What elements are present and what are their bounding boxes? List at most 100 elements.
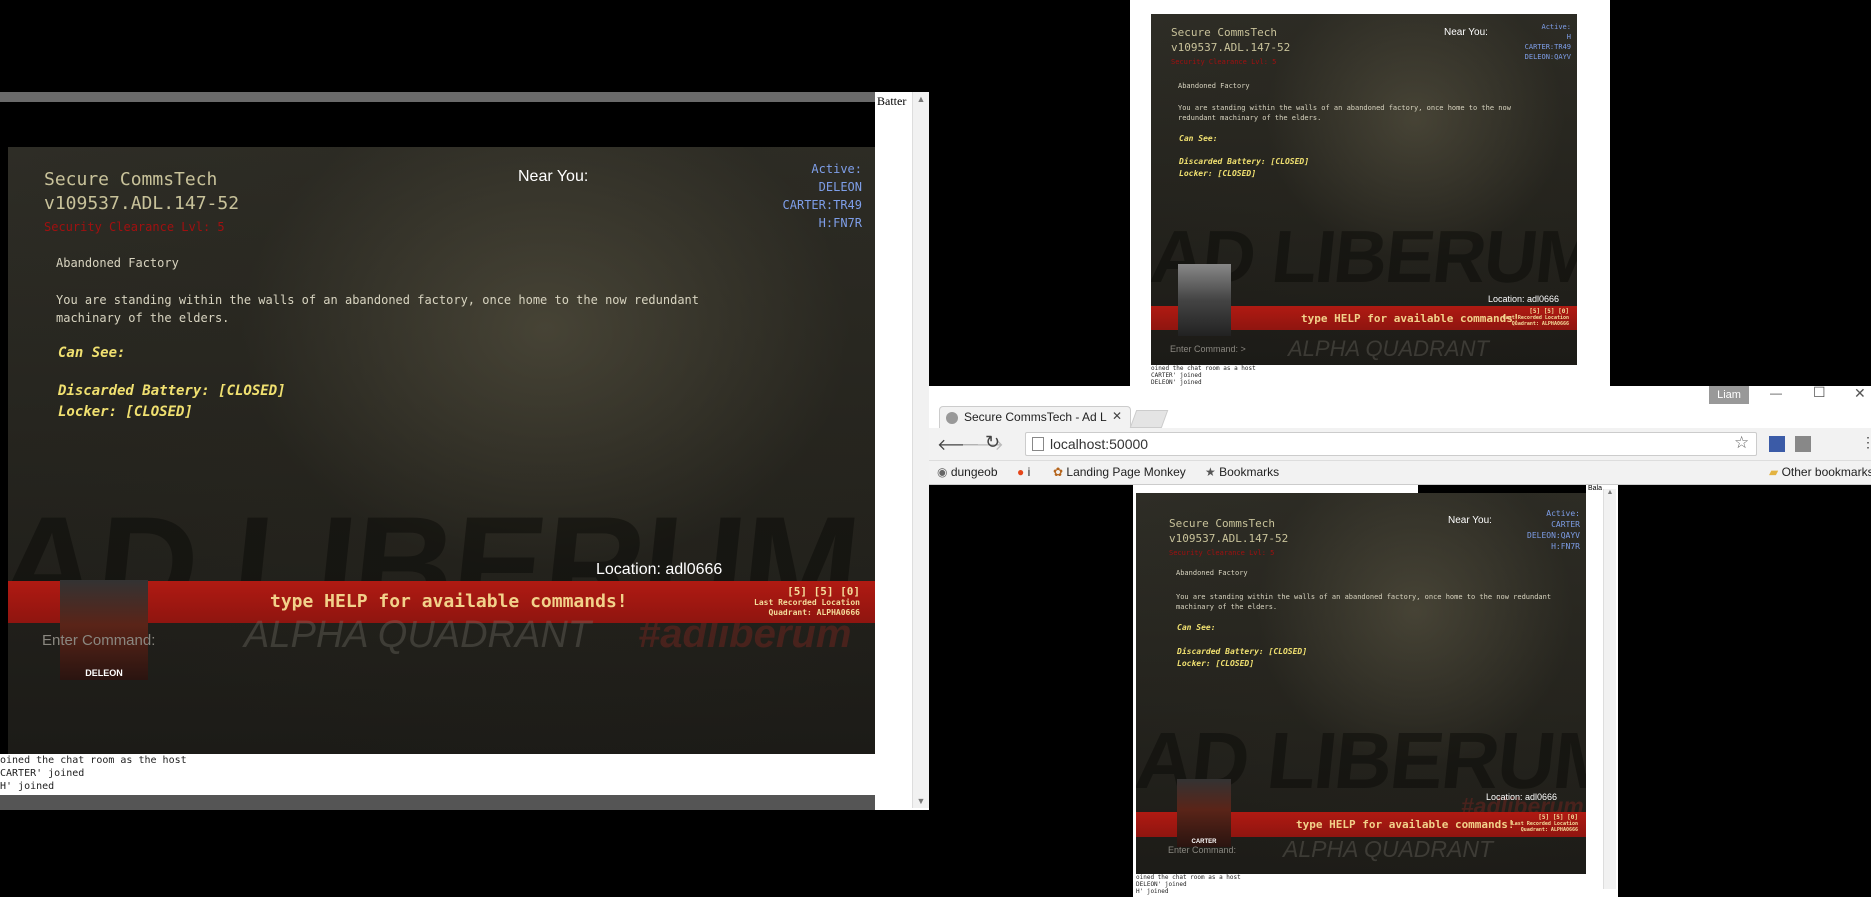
- item-discarded-battery: Discarded Battery: [CLOSED]: [1179, 157, 1310, 166]
- clearance-label: Security Clearance Lvl: 5: [44, 220, 225, 234]
- page-content: AD LIBERUM #adliberum Secure CommsTech v…: [929, 485, 1871, 897]
- profile-badge[interactable]: Liam: [1709, 386, 1749, 404]
- player-portrait[interactable]: [1178, 264, 1231, 336]
- active-player: H:FN7R: [1551, 542, 1580, 551]
- enter-command-prompt[interactable]: Enter Command: >: [1170, 344, 1246, 354]
- room-description: You are standing within the walls of an …: [1176, 593, 1552, 611]
- scrollbar[interactable]: ▲ ▼: [912, 92, 929, 808]
- extension-icon[interactable]: [1769, 436, 1785, 452]
- stats-values: [5] [5] [0]: [1538, 814, 1578, 821]
- minimize-button[interactable]: —: [1770, 386, 1782, 400]
- bookmark-label: i: [1027, 465, 1031, 479]
- close-button[interactable]: ✕: [1854, 385, 1866, 402]
- bookmarks-bar: ◉ dungeob ● i ✿ Landing Page Monkey ★ Bo…: [929, 461, 1871, 485]
- alpha-quadrant-watermark: ALPHA QUADRANT: [244, 614, 591, 656]
- address-bar[interactable]: localhost:50000 ☆: [1025, 432, 1757, 456]
- item-locker: Locker: [CLOSED]: [58, 404, 193, 420]
- active-label: Active:: [811, 162, 862, 176]
- chat-line: DELEON' joined: [1151, 379, 1202, 386]
- chat-line: oined the chat room as the host: [0, 755, 187, 766]
- scrollbar[interactable]: ▲: [1603, 489, 1616, 889]
- location-label: Location: adl0666: [1488, 294, 1560, 304]
- title-line1: Secure CommsTech: [1171, 26, 1277, 39]
- tab-favicon-icon: [946, 412, 958, 424]
- reload-icon[interactable]: ↻: [985, 432, 1000, 453]
- player-portrait[interactable]: CARTER: [1177, 779, 1231, 847]
- room-description: You are standing within the walls of an …: [1178, 104, 1511, 122]
- item-discarded-battery: Discarded Battery: [CLOSED]: [58, 383, 286, 399]
- tr-game-panel: AD LIBERUM Secure CommsTech v109537.ADL.…: [1151, 14, 1577, 365]
- scroll-up-icon[interactable]: ▲: [1604, 489, 1616, 496]
- last-location-label: Last Recorded Location: [754, 598, 860, 607]
- enter-command-label[interactable]: Enter Command:: [42, 632, 155, 649]
- menu-icon[interactable]: ⋮: [1861, 434, 1871, 451]
- star-icon: ★: [1205, 465, 1220, 479]
- bookmark-i[interactable]: ● i: [1017, 465, 1030, 479]
- clearance-label: Security Clearance Lvl: 5: [1171, 58, 1277, 66]
- bookmark-label: Bookmarks: [1219, 465, 1280, 479]
- tab-close-icon[interactable]: ✕: [1112, 409, 1122, 423]
- room-name: Abandoned Factory: [1178, 82, 1250, 90]
- other-bookmarks[interactable]: ▰ Other bookmarks: [1769, 465, 1871, 479]
- patreon-icon: ●: [1017, 465, 1028, 479]
- new-tab-button[interactable]: [1129, 410, 1169, 428]
- active-player: CARTER: [1551, 520, 1580, 529]
- alpha-quadrant-watermark: ALPHA QUADRANT: [1283, 836, 1494, 862]
- scroll-down-icon[interactable]: ▼: [913, 796, 929, 806]
- chat-line: CARTER' joined: [0, 768, 85, 779]
- active-players: Active: DELEON CARTER:TR49 H:FN7R: [783, 160, 862, 232]
- stats-block: [5] [5] [0] Last Recorded Location Quadr…: [1503, 308, 1569, 327]
- chat-line: oined the chat room as a host: [1151, 365, 1256, 372]
- active-players: Active: CARTER DELEON:QAYV H:FN7R: [1527, 508, 1580, 552]
- chat-line: CARTER' joined: [1151, 372, 1202, 379]
- stats-values: [5] [5] [0]: [1529, 308, 1569, 315]
- room-name: Abandoned Factory: [1176, 569, 1248, 577]
- right-side-panel: Bala ▲: [1586, 485, 1618, 897]
- item-locker: Locker: [CLOSED]: [1177, 659, 1255, 668]
- active-player: CARTER:TR49: [782, 198, 862, 212]
- maximize-button[interactable]: ☐: [1813, 384, 1826, 401]
- quadrant-text: Quadrant: ALPHA0666: [1511, 321, 1569, 327]
- near-you-label: Near You:: [1448, 515, 1492, 526]
- help-text: type HELP for available commands!: [1296, 818, 1515, 831]
- browser-window: Secure CommsTech - Ad L ✕ Liam — ☐ ✕ 🡐 🡒…: [929, 384, 1871, 897]
- near-you-label: Near You:: [1444, 27, 1488, 38]
- help-text: type HELP for available commands!: [1301, 312, 1520, 325]
- extension-icon[interactable]: [1795, 436, 1811, 452]
- quadrant-text: Quadrant: ALPHA0666: [1520, 827, 1578, 833]
- can-see-label: Can See:: [1179, 134, 1218, 143]
- active-player: H: [1566, 33, 1571, 41]
- star-icon[interactable]: ☆: [1734, 433, 1749, 453]
- left-window: AD LIBERUM #adliberum Secure CommsTech v…: [0, 92, 930, 810]
- chat-line: H' joined: [1136, 888, 1169, 895]
- bookmark-landing-page-monkey[interactable]: ✿ Landing Page Monkey: [1053, 465, 1186, 479]
- url-text[interactable]: localhost:50000: [1050, 436, 1148, 452]
- bookmark-dungeob[interactable]: ◉ dungeob: [937, 465, 998, 479]
- title-line1: Secure CommsTech: [1169, 517, 1275, 530]
- left-game-panel: AD LIBERUM #adliberum Secure CommsTech v…: [8, 147, 875, 754]
- stats-block: [5] [5] [0] Last Recorded Location Quadr…: [754, 585, 860, 618]
- side-panel-text: Bala: [1588, 485, 1603, 492]
- browser-tab[interactable]: Secure CommsTech - Ad L ✕: [939, 406, 1131, 429]
- portrait-name: DELEON: [85, 668, 123, 678]
- player-portrait[interactable]: DELEON: [60, 580, 148, 680]
- room-name: Abandoned Factory: [56, 256, 179, 270]
- alpha-quadrant-watermark: ALPHA QUADRANT: [1288, 336, 1489, 361]
- chat-line: DELEON' joined: [1136, 881, 1187, 888]
- br-game-panel: AD LIBERUM #adliberum Secure CommsTech v…: [1136, 493, 1586, 886]
- location-label: Location: adl0666: [1486, 792, 1558, 802]
- clearance-label: Security Clearance Lvl: 5: [1169, 549, 1275, 557]
- chat-log: oined the chat room as a host DELEON' jo…: [1136, 874, 1586, 897]
- item-locker: Locker: [CLOSED]: [1179, 169, 1257, 178]
- scroll-up-icon[interactable]: ▲: [913, 94, 929, 104]
- bookmark-bookmarks[interactable]: ★ Bookmarks: [1205, 465, 1279, 479]
- top-right-window: AD LIBERUM Secure CommsTech v109537.ADL.…: [929, 0, 1871, 386]
- monkey-icon: ✿: [1053, 465, 1067, 479]
- tab-strip: Secure CommsTech - Ad L ✕ Liam — ☐ ✕: [929, 384, 1871, 429]
- reddit-icon: ◉: [937, 465, 951, 479]
- room-description: You are standing within the walls of an …: [56, 293, 699, 325]
- tab-title: Secure CommsTech - Ad L: [964, 410, 1107, 424]
- page-icon: [1032, 437, 1044, 451]
- enter-command-label[interactable]: Enter Command:: [1168, 845, 1236, 855]
- chat-log: oined the chat room as the host CARTER' …: [0, 754, 875, 795]
